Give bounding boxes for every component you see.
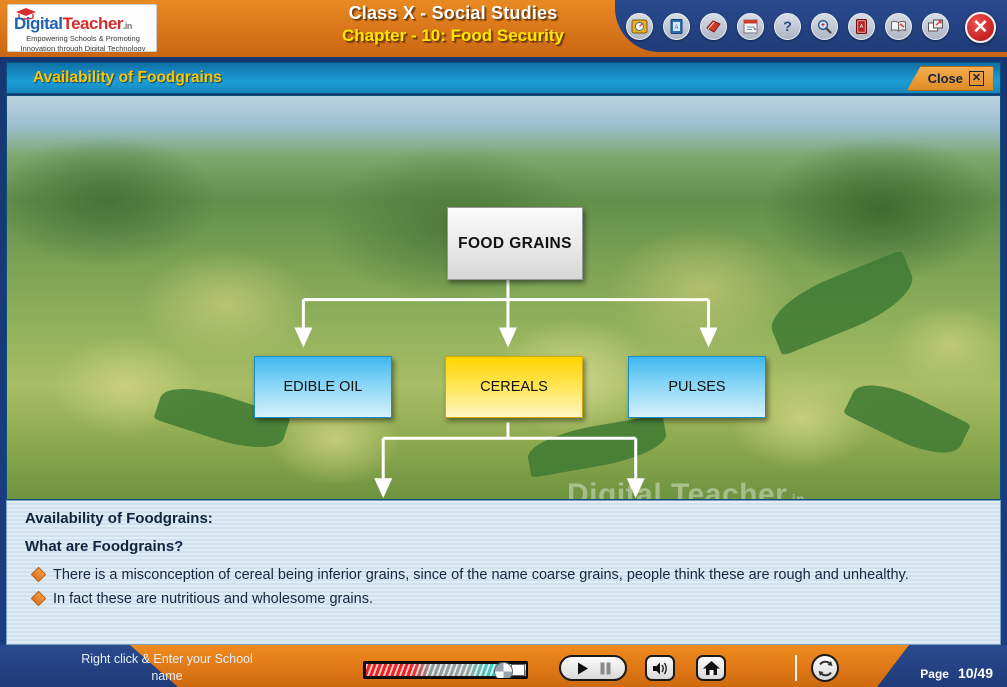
logo-word-digital: Digital [14,14,63,33]
diagram-node-cereals[interactable]: CEREALS [445,356,583,418]
school-note-line2: name [151,669,183,683]
watermark: Digital Teacher.in [567,478,806,500]
lesson-title: Class X - Social Studies Chapter - 10: F… [258,3,648,46]
notepad-icon[interactable] [737,13,764,40]
school-note-line1: Right click & Enter your School [81,652,253,666]
list-item: There is a misconception of cereal being… [25,565,990,585]
play-icon [577,662,588,674]
chapter-title: Chapter - 10: Food Security [342,26,564,45]
logo-domain: .in [122,21,133,31]
close-slide-label: Close [927,71,963,86]
search-icon[interactable] [811,13,838,40]
brand-tagline: Empowering Schools & Promoting Innovatio… [8,34,156,52]
dictionary-icon[interactable]: A [848,13,875,40]
page-value: 10/49 [957,665,993,681]
list-item-text: There is a misconception of cereal being… [53,567,909,583]
diagram-node-pulses[interactable]: PULSES [628,356,766,418]
svg-text:A: A [674,25,678,31]
diagram-node-edible-oil[interactable]: EDIBLE OIL [254,356,392,418]
page-label: Page [920,667,949,681]
svg-text:?: ? [783,18,792,34]
page-indicator: Page 10/49 [920,665,993,681]
diamond-bullet-icon [30,590,47,607]
close-slide-x-icon: ✕ [969,71,984,86]
volume-icon [652,662,667,674]
open-book-icon[interactable] [885,13,912,40]
panel-heading-1: Availability of Foodgrains: [25,510,213,527]
presentation-window: DigitalTeacher.in Empowering Schools & P… [0,0,1007,687]
help-icon[interactable]: ? [774,13,801,40]
progress-slider[interactable] [363,661,528,679]
close-window-button[interactable]: ✕ [965,12,996,43]
volume-button[interactable] [645,655,675,681]
list-item: In fact these are nutritious and wholeso… [25,589,990,609]
present-window-icon[interactable] [922,13,949,40]
close-slide-button[interactable]: Close ✕ [906,66,994,91]
progress-remaining [511,664,525,676]
brand-logo-text: DigitalTeacher.in [14,14,132,34]
logo-word-teacher: Teacher [62,14,123,33]
panel-heading-2: What are Foodgrains? [25,538,184,555]
svg-text:A: A [860,24,864,30]
play-pause-button[interactable] [559,655,627,681]
diamond-bullet-icon [30,566,47,583]
slide-header-bar: Availability of Foodgrains Close ✕ [6,62,1001,94]
watermark-text: Digital Teacher [567,478,788,500]
brand-tagline-line2: Innovation through Digital Technology [20,43,146,52]
slide-content-area: Digital Teacher.in FOOD GRAINS EDIBLE OI… [6,95,1001,500]
home-icon [702,661,720,675]
bullet-list: There is a misconception of cereal being… [25,565,990,613]
diagram-node-food-grains[interactable]: FOOD GRAINS [447,207,583,280]
progress-knob[interactable] [494,662,513,678]
school-name-field[interactable]: Right click & Enter your School name [52,651,282,685]
dashboard-icon[interactable] [626,13,653,40]
brand-tagline-line1: Empowering Schools & Promoting [26,34,140,43]
brand-logo[interactable]: DigitalTeacher.in Empowering Schools & P… [7,4,157,52]
notebook-icon[interactable] [700,13,727,40]
course-title: Class X - Social Studies [348,3,558,23]
home-button[interactable] [696,655,726,681]
ebook-icon[interactable]: A [663,13,690,40]
toolbar-divider [795,655,797,681]
pause-icon [600,662,610,674]
sync-button[interactable] [811,654,839,682]
explanation-panel: Availability of Foodgrains: What are Foo… [6,500,1001,645]
list-item-text: In fact these are nutritious and wholeso… [53,591,373,607]
title-bar: DigitalTeacher.in Empowering Schools & P… [0,0,1007,57]
toolbar: A ? A [626,13,949,40]
watermark-suffix: .in [787,491,806,500]
slide-title: Availability of Foodgrains [33,69,222,86]
refresh-icon [818,660,832,676]
